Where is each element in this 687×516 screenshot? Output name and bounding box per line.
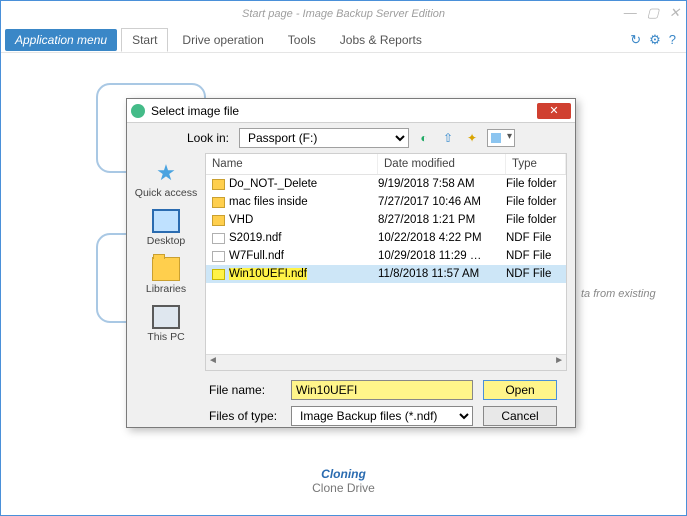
file-date: 8/27/2018 1:21 PM bbox=[378, 214, 506, 226]
up-icon[interactable]: ⇧ bbox=[439, 129, 457, 147]
file-type: File folder bbox=[506, 196, 566, 208]
file-name: Do_NOT-_Delete bbox=[229, 178, 317, 190]
file-date: 7/27/2017 10:46 AM bbox=[378, 196, 506, 208]
file-date: 11/8/2018 11:57 AM bbox=[378, 268, 506, 280]
refresh-icon[interactable]: ↻ bbox=[630, 32, 641, 48]
file-type: File folder bbox=[506, 214, 566, 226]
application-menu-button[interactable]: Application menu bbox=[5, 29, 117, 51]
new-folder-icon[interactable]: ✦ bbox=[463, 129, 481, 147]
dialog-app-icon bbox=[131, 104, 145, 118]
open-button[interactable]: Open bbox=[483, 380, 557, 400]
file-dialog: Select image file ✕ Look in: Passport (F… bbox=[126, 98, 576, 428]
menu-jobs-reports[interactable]: Jobs & Reports bbox=[330, 29, 432, 51]
horizontal-scrollbar[interactable] bbox=[206, 354, 566, 370]
gear-icon[interactable]: ⚙ bbox=[649, 32, 661, 48]
file-type: File folder bbox=[506, 178, 566, 190]
file-row[interactable]: S2019.ndf 10/22/2018 4:22 PMNDF File bbox=[206, 229, 566, 247]
place-this-pc[interactable]: This PC bbox=[147, 305, 184, 343]
place-libraries[interactable]: Libraries bbox=[146, 257, 186, 295]
file-name: mac files inside bbox=[229, 196, 308, 208]
place-quick-access[interactable]: ★ Quick access bbox=[135, 161, 197, 199]
filetype-label: Files of type: bbox=[209, 409, 281, 423]
file-list: Name Date modified Type Do_NOT-_Delete 9/… bbox=[205, 153, 567, 371]
dialog-toolbar: Look in: Passport (F:) ◐ ⇧ ✦ bbox=[127, 123, 575, 153]
star-icon: ★ bbox=[152, 161, 180, 185]
file-row[interactable]: Win10UEFI.ndf 11/8/2018 11:57 AMNDF File bbox=[206, 265, 566, 283]
file-type: NDF File bbox=[506, 268, 566, 280]
file-name: S2019.ndf bbox=[229, 232, 281, 244]
places-bar: ★ Quick access Desktop Libraries This PC bbox=[127, 153, 205, 371]
menubar: Application menu Start Drive operation T… bbox=[1, 27, 686, 53]
minimize-button[interactable]: — bbox=[624, 5, 637, 21]
pc-icon bbox=[152, 305, 180, 329]
dialog-close-button[interactable]: ✕ bbox=[537, 103, 571, 119]
window-titlebar: Start page - Image Backup Server Edition… bbox=[1, 1, 686, 27]
col-name[interactable]: Name bbox=[206, 154, 378, 174]
bg-stray-text: ta from existing bbox=[581, 288, 656, 300]
folder-icon bbox=[212, 179, 225, 190]
cancel-button[interactable]: Cancel bbox=[483, 406, 557, 426]
file-icon bbox=[212, 251, 225, 262]
file-icon bbox=[212, 233, 225, 244]
folder-icon bbox=[212, 215, 225, 226]
file-name: W7Full.ndf bbox=[229, 250, 284, 262]
window-title: Start page - Image Backup Server Edition bbox=[242, 8, 445, 20]
back-icon[interactable]: ◐ bbox=[415, 129, 433, 147]
filename-input[interactable] bbox=[291, 380, 473, 400]
menu-drive-operation[interactable]: Drive operation bbox=[172, 29, 273, 51]
file-row[interactable]: W7Full.ndf 10/29/2018 11:29 …NDF File bbox=[206, 247, 566, 265]
file-icon bbox=[212, 269, 225, 280]
folder-icon bbox=[152, 257, 180, 281]
dialog-bottom: File name: Open Files of type: Image Bac… bbox=[127, 371, 575, 437]
menu-tools[interactable]: Tools bbox=[278, 29, 326, 51]
footer: Cloning Clone Drive bbox=[1, 467, 686, 495]
lookin-dropdown[interactable]: Passport (F:) bbox=[239, 128, 409, 148]
file-row[interactable]: Do_NOT-_Delete 9/19/2018 7:58 AMFile fold… bbox=[206, 175, 566, 193]
monitor-icon bbox=[152, 209, 180, 233]
file-type: NDF File bbox=[506, 232, 566, 244]
menu-start[interactable]: Start bbox=[121, 28, 168, 52]
file-date: 10/22/2018 4:22 PM bbox=[378, 232, 506, 244]
dialog-title: Select image file bbox=[151, 104, 239, 118]
file-name: Win10UEFI.ndf bbox=[229, 268, 307, 280]
filetype-dropdown[interactable]: Image Backup files (*.ndf) bbox=[291, 406, 473, 426]
file-list-header[interactable]: Name Date modified Type bbox=[206, 154, 566, 175]
file-row[interactable]: VHD 8/27/2018 1:21 PMFile folder bbox=[206, 211, 566, 229]
place-desktop[interactable]: Desktop bbox=[147, 209, 186, 247]
file-name: VHD bbox=[229, 214, 253, 226]
filename-label: File name: bbox=[209, 383, 281, 397]
file-date: 10/29/2018 11:29 … bbox=[378, 250, 506, 262]
file-row[interactable]: mac files inside 7/27/2017 10:46 AMFile f… bbox=[206, 193, 566, 211]
col-type[interactable]: Type bbox=[506, 154, 566, 174]
footer-sub[interactable]: Clone Drive bbox=[1, 481, 686, 495]
window-controls: — ▢ ✕ bbox=[624, 5, 680, 21]
lookin-label: Look in: bbox=[179, 131, 229, 145]
help-icon[interactable]: ? bbox=[669, 32, 676, 48]
maximize-button[interactable]: ▢ bbox=[647, 5, 659, 21]
footer-heading: Cloning bbox=[1, 467, 686, 481]
dialog-titlebar: Select image file ✕ bbox=[127, 99, 575, 123]
col-date[interactable]: Date modified bbox=[378, 154, 506, 174]
file-type: NDF File bbox=[506, 250, 566, 262]
close-window-button[interactable]: ✕ bbox=[669, 5, 680, 21]
main-canvas: ta from existing Select image file ✕ Loo… bbox=[1, 53, 686, 515]
folder-icon bbox=[212, 197, 225, 208]
view-mode-dropdown[interactable] bbox=[487, 129, 515, 147]
file-date: 9/19/2018 7:58 AM bbox=[378, 178, 506, 190]
